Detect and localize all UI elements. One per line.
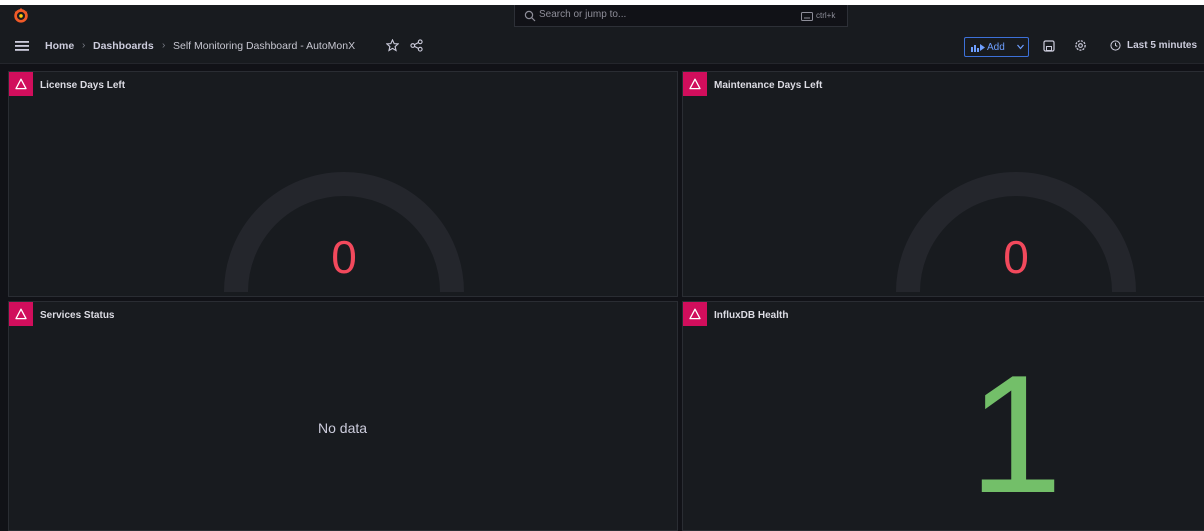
panel-alert-badge[interactable]: [9, 72, 33, 96]
panel-influxdb-health[interactable]: InfluxDB Health 1: [682, 301, 1204, 531]
settings-icon[interactable]: [1074, 39, 1087, 52]
star-icon[interactable]: [386, 39, 399, 52]
breadcrumb-separator: ›: [162, 40, 166, 51]
keyboard-icon: [801, 12, 813, 21]
alert-icon: [15, 78, 27, 90]
search-bar[interactable]: Search or jump to... ctrl+k: [514, 5, 848, 27]
top-bar: Search or jump to... ctrl+k: [0, 5, 1204, 29]
panel-title: License Days Left: [40, 80, 126, 91]
panel-alert-badge[interactable]: [683, 302, 707, 326]
add-panel-icon: [971, 44, 985, 52]
breadcrumb-home[interactable]: Home: [45, 40, 74, 52]
panel-title: Services Status: [40, 310, 115, 321]
alert-icon: [689, 308, 701, 320]
chevron-down-icon: [1017, 44, 1024, 50]
panel-license-days-left[interactable]: License Days Left 0: [8, 71, 678, 297]
panel-title: Maintenance Days Left: [714, 80, 823, 91]
menu-icon[interactable]: [15, 40, 29, 52]
panel-alert-badge[interactable]: [9, 302, 33, 326]
search-shortcut: ctrl+k: [816, 11, 836, 20]
save-icon[interactable]: [1043, 40, 1055, 52]
add-button[interactable]: Add: [964, 37, 1029, 57]
search-icon: [524, 10, 536, 22]
panel-title: InfluxDB Health: [714, 310, 789, 321]
time-range-picker[interactable]: Last 5 minutes: [1127, 40, 1197, 51]
panel-maintenance-days-left[interactable]: Maintenance Days Left 0: [682, 71, 1204, 297]
breadcrumb-dashboards[interactable]: Dashboards: [93, 40, 154, 52]
panel-alert-badge[interactable]: [683, 72, 707, 96]
stat-value: 1: [969, 340, 1063, 528]
alert-icon: [689, 78, 701, 90]
grafana-logo-icon[interactable]: [12, 6, 30, 24]
panel-services-status[interactable]: Services Status No data: [8, 301, 678, 531]
nav-bar: Home › Dashboards › Self Monitoring Dash…: [0, 29, 1204, 64]
search-placeholder[interactable]: Search or jump to...: [539, 9, 626, 20]
alert-icon: [15, 308, 27, 320]
add-button-label: Add: [987, 42, 1005, 53]
clock-icon[interactable]: [1110, 40, 1121, 51]
share-icon[interactable]: [410, 39, 423, 52]
breadcrumb-separator: ›: [82, 40, 86, 51]
gauge-value: 0: [331, 231, 357, 283]
breadcrumb-current-dashboard: Self Monitoring Dashboard - AutoMonX: [173, 40, 356, 52]
gauge-value: 0: [1003, 231, 1029, 283]
no-data-message: No data: [318, 420, 368, 436]
